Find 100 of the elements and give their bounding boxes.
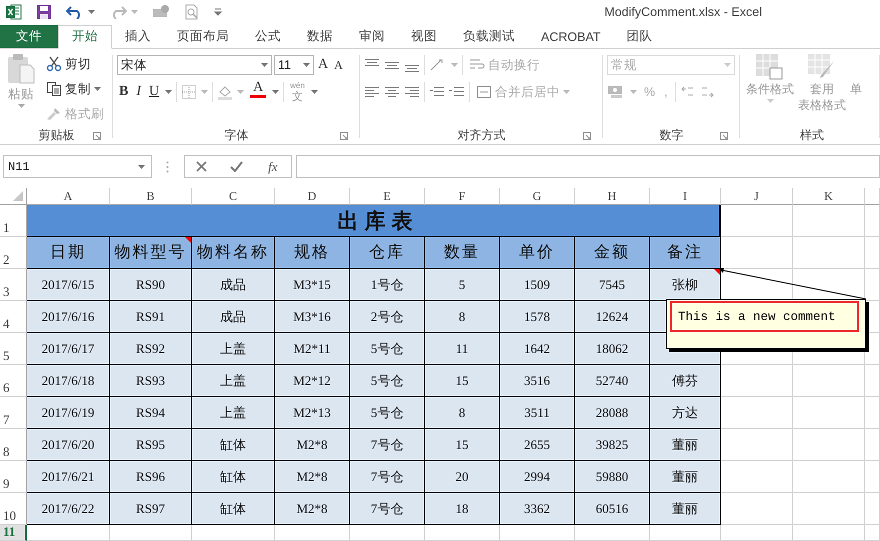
ribbon-tab[interactable]: 公式 bbox=[242, 24, 294, 50]
insert-function-button[interactable]: fx bbox=[266, 156, 280, 178]
table-cell[interactable]: 7号仓 bbox=[350, 461, 425, 493]
table-cell[interactable]: 2017/6/17 bbox=[27, 333, 110, 365]
row-header[interactable]: 8 bbox=[0, 429, 27, 461]
dialog-launcher-icon[interactable] bbox=[340, 132, 348, 140]
clipboard-button[interactable]: 复制 bbox=[44, 78, 106, 100]
ribbon-tab[interactable]: 审阅 bbox=[346, 24, 398, 50]
ribbon-tab[interactable]: 数据 bbox=[294, 24, 346, 50]
column-header[interactable]: C bbox=[192, 188, 275, 205]
table-cell[interactable]: 上盖 bbox=[192, 365, 275, 397]
table-cell[interactable]: 2017/6/21 bbox=[27, 461, 110, 493]
table-cell[interactable]: 8 bbox=[425, 397, 500, 429]
empty-cell[interactable] bbox=[793, 237, 865, 269]
bold-button[interactable]: B bbox=[117, 81, 130, 104]
header-cell[interactable]: 日期 bbox=[27, 237, 110, 269]
empty-cell[interactable] bbox=[865, 493, 880, 525]
row-header[interactable]: 6 bbox=[0, 365, 27, 397]
table-cell[interactable]: 60516 bbox=[575, 493, 650, 525]
header-cell[interactable]: 数量 bbox=[425, 237, 500, 269]
column-header[interactable]: G bbox=[500, 188, 575, 205]
table-cell[interactable]: 2017/6/18 bbox=[27, 365, 110, 397]
header-cell[interactable]: 单价 bbox=[500, 237, 575, 269]
table-cell[interactable]: 59880 bbox=[575, 461, 650, 493]
table-cell[interactable]: 2017/6/15 bbox=[27, 269, 110, 301]
ribbon-tab[interactable]: 文件 bbox=[0, 24, 58, 48]
name-box[interactable]: N11 bbox=[3, 155, 152, 178]
table-cell[interactable]: M3*16 bbox=[275, 301, 350, 333]
empty-cell[interactable] bbox=[865, 525, 880, 541]
table-cell[interactable]: 缸体 bbox=[192, 461, 275, 493]
table-cell[interactable]: 5号仓 bbox=[350, 365, 425, 397]
ribbon-tab[interactable]: 视图 bbox=[398, 24, 450, 50]
row-header[interactable]: 2 bbox=[0, 237, 27, 269]
column-header[interactable]: K bbox=[793, 188, 865, 205]
table-cell[interactable]: RS92 bbox=[110, 333, 192, 365]
empty-cell[interactable] bbox=[865, 237, 880, 269]
table-cell[interactable]: 2017/6/19 bbox=[27, 397, 110, 429]
table-cell[interactable]: RS95 bbox=[110, 429, 192, 461]
table-cell[interactable]: 缸体 bbox=[192, 493, 275, 525]
header-cell[interactable]: 备注 bbox=[650, 237, 721, 269]
table-cell[interactable]: M2*13 bbox=[275, 397, 350, 429]
table-cell[interactable]: 5号仓 bbox=[350, 397, 425, 429]
table-cell[interactable]: 11 bbox=[425, 333, 500, 365]
column-header[interactable]: I bbox=[650, 188, 721, 205]
table-cell[interactable]: 15 bbox=[425, 429, 500, 461]
align-icon[interactable] bbox=[404, 85, 420, 100]
table-cell[interactable]: RS97 bbox=[110, 493, 192, 525]
ribbon-tab[interactable]: 负载测试 bbox=[450, 24, 528, 50]
header-cell[interactable]: 物料名称 bbox=[192, 237, 275, 269]
table-cell[interactable]: 傅芬 bbox=[650, 365, 721, 397]
table-cell[interactable]: 52740 bbox=[575, 365, 650, 397]
print-preview-icon[interactable] bbox=[184, 4, 200, 20]
table-cell[interactable]: 2655 bbox=[500, 429, 575, 461]
align-icon[interactable] bbox=[384, 85, 400, 100]
empty-cell[interactable] bbox=[793, 525, 865, 541]
align-icon[interactable] bbox=[364, 85, 380, 100]
table-cell[interactable]: 15 bbox=[425, 365, 500, 397]
table-cell[interactable]: 8 bbox=[425, 301, 500, 333]
table-cell[interactable]: 董丽 bbox=[650, 493, 721, 525]
table-cell[interactable]: 2号仓 bbox=[350, 301, 425, 333]
font-name-field[interactable]: 宋体 bbox=[117, 55, 272, 76]
empty-cell[interactable] bbox=[575, 525, 650, 541]
empty-cell[interactable] bbox=[350, 525, 425, 541]
check-icon[interactable] bbox=[230, 161, 244, 172]
row-header[interactable]: 10 bbox=[0, 493, 27, 525]
customize-toolbar-icon[interactable] bbox=[214, 8, 222, 16]
table-cell[interactable]: 5号仓 bbox=[350, 333, 425, 365]
row-header[interactable]: 9 bbox=[0, 461, 27, 493]
empty-cell[interactable] bbox=[865, 429, 880, 461]
header-cell[interactable]: 金额 bbox=[575, 237, 650, 269]
table-cell[interactable]: M3*15 bbox=[275, 269, 350, 301]
table-cell[interactable]: 张柳 bbox=[650, 269, 721, 301]
column-header[interactable] bbox=[865, 188, 880, 205]
empty-cell[interactable] bbox=[865, 365, 880, 397]
table-cell[interactable]: RS96 bbox=[110, 461, 192, 493]
empty-cell[interactable] bbox=[793, 461, 865, 493]
ribbon-tab[interactable]: 插入 bbox=[112, 24, 164, 50]
empty-cell[interactable] bbox=[721, 525, 793, 541]
empty-cell[interactable] bbox=[275, 525, 350, 541]
grow-font-button[interactable]: A bbox=[316, 54, 330, 76]
table-cell[interactable]: 上盖 bbox=[192, 397, 275, 429]
currency-icon[interactable] bbox=[607, 85, 625, 100]
table-cell[interactable]: 2017/6/16 bbox=[27, 301, 110, 333]
empty-cell[interactable] bbox=[650, 525, 721, 541]
table-cell[interactable]: 成品 bbox=[192, 301, 275, 333]
font-color-button[interactable]: A bbox=[248, 81, 268, 104]
table-cell[interactable]: 董丽 bbox=[650, 461, 721, 493]
table-cell[interactable]: M2*12 bbox=[275, 365, 350, 397]
table-cell[interactable]: 缸体 bbox=[192, 429, 275, 461]
ribbon-tab[interactable]: 团队 bbox=[614, 24, 666, 50]
table-cell[interactable]: 成品 bbox=[192, 269, 275, 301]
table-cell[interactable]: 3362 bbox=[500, 493, 575, 525]
table-cell[interactable]: 董丽 bbox=[650, 429, 721, 461]
clipboard-button[interactable]: 剪切 bbox=[44, 53, 106, 76]
empty-cell[interactable] bbox=[110, 525, 192, 541]
shrink-font-button[interactable]: A bbox=[332, 54, 345, 76]
empty-cell[interactable] bbox=[500, 525, 575, 541]
empty-cell[interactable] bbox=[425, 525, 500, 541]
table-cell[interactable]: M2*11 bbox=[275, 333, 350, 365]
empty-cell[interactable] bbox=[793, 205, 865, 237]
